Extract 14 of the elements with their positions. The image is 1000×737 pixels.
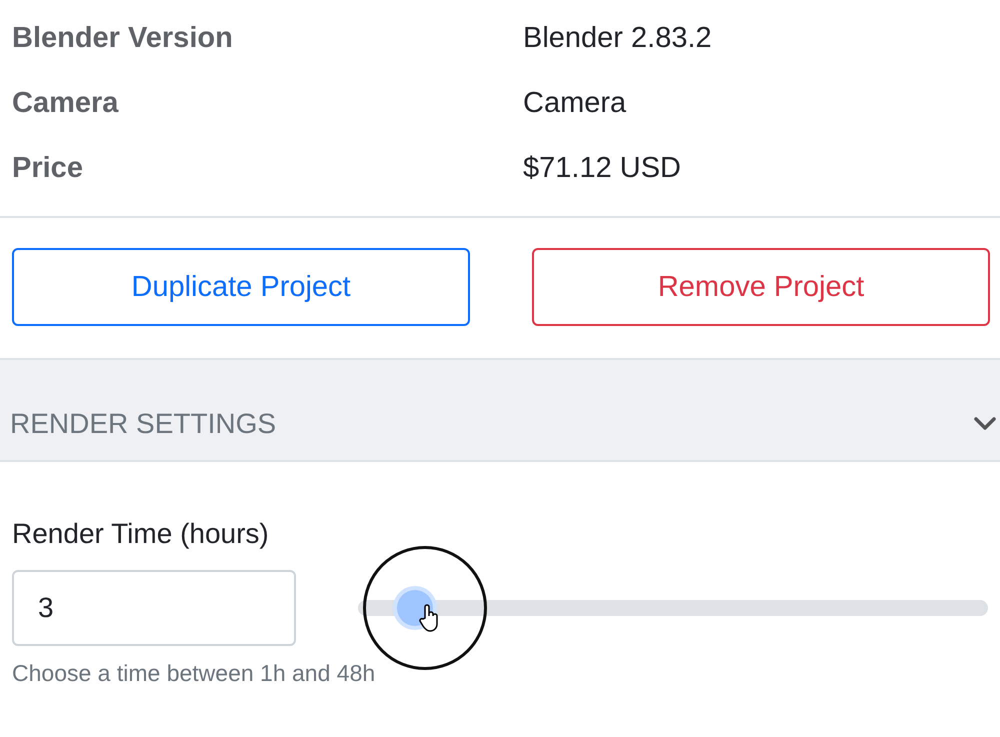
detail-value: $71.12 USD (523, 152, 681, 184)
project-button[interactable]: Duplicate Project (12, 248, 470, 326)
detail-label: Camera (12, 86, 120, 120)
section-header[interactable]: RENDER SETTINGS (0, 358, 1000, 462)
hours-input-field[interactable]: 3 (12, 570, 296, 646)
detail-label: Price (12, 152, 84, 184)
field-label: Render Time (hours) (12, 518, 270, 550)
help-text: Choose a time between 1h and 48h (12, 660, 376, 687)
detail-value: Blender 2.83.2 (523, 22, 712, 54)
project-button[interactable]: Remove Project (532, 248, 990, 326)
chevron-down-icon[interactable] (974, 417, 996, 431)
section-title: RENDER SETTINGS (10, 407, 276, 440)
detail-value: Camera (523, 86, 626, 120)
detail-label: Blender Version (12, 22, 234, 54)
